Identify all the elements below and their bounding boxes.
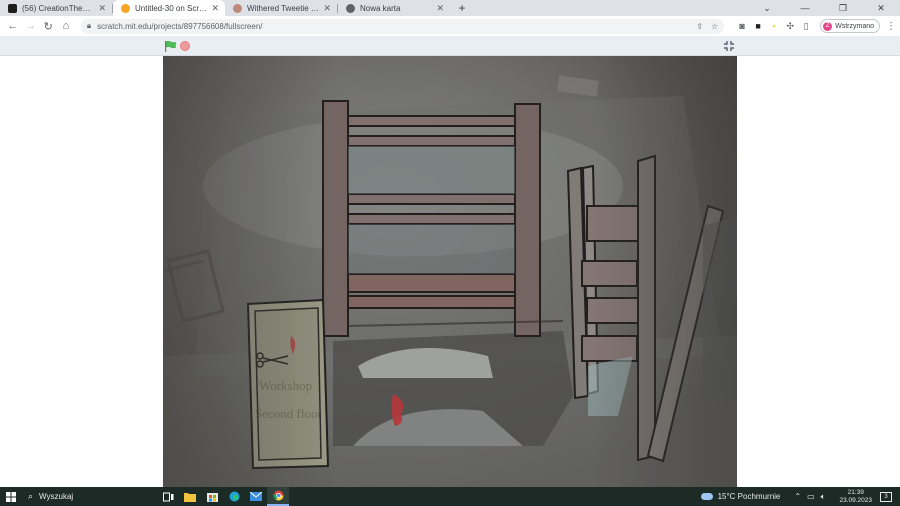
notifications-icon[interactable]: 3 — [880, 491, 892, 502]
store-icon[interactable] — [201, 487, 223, 506]
scratch-player-controls — [0, 36, 900, 56]
sign-line-1: Workshop — [259, 378, 313, 393]
search-placeholder: Wyszukaj — [39, 492, 74, 501]
taskbar-search[interactable]: ⌕ Wyszukaj — [22, 487, 157, 506]
windows-taskbar: ⌕ Wyszukaj 15°C Pochmurnie ⌃ ▭ 🔈︎ 21:39 … — [0, 487, 900, 506]
exit-fullscreen-icon[interactable] — [723, 40, 735, 52]
stage-scene — [163, 56, 737, 487]
network-icon[interactable]: ▭ — [807, 492, 815, 501]
reload-icon[interactable]: ↻ — [39, 17, 57, 35]
share-icon[interactable]: ⇪ — [696, 22, 703, 31]
tab-jolly-wiki[interactable]: Withered Tweetie | JOLLY Wiki |... ✕ — [225, 0, 337, 16]
more-menu-icon[interactable]: ⋮ — [886, 21, 896, 32]
task-view-icon[interactable] — [157, 487, 179, 506]
x-favicon-icon — [8, 3, 17, 13]
tab-close-icon[interactable]: ✕ — [211, 3, 219, 14]
extension-badge-icon[interactable]: ■ — [750, 21, 766, 31]
browser-tab-strip: (56) CreationTheDev (@MasterT... ✕ Untit… — [0, 0, 900, 16]
wiki-favicon-icon — [233, 3, 242, 13]
tab-title: Withered Tweetie | JOLLY Wiki |... — [247, 3, 320, 13]
restore-icon[interactable]: ❐ — [824, 0, 862, 16]
clock-date: 23.09.2023 — [839, 496, 872, 504]
chevron-down-icon[interactable]: ⌄ — [748, 0, 786, 16]
address-bar[interactable]: 🔒︎ scratch.mit.edu/projects/897756608/fu… — [80, 18, 725, 34]
sign-line-2: Second floor — [255, 406, 322, 421]
camera-extension-icon[interactable]: ◙ — [734, 21, 750, 31]
tab-title: (56) CreationTheDev (@MasterT... — [22, 3, 95, 13]
lock-icon[interactable]: 🔒︎ — [87, 21, 91, 31]
home-icon[interactable]: ⌂ — [57, 17, 75, 35]
forward-arrow-icon[interactable]: → — [22, 17, 40, 35]
tab-title: Nowa karta — [360, 3, 401, 13]
scratch-stage[interactable]: Workshop Second floor — [163, 56, 737, 487]
windows-start-icon[interactable] — [0, 487, 22, 506]
system-tray: 15°C Pochmurnie ⌃ ▭ 🔈︎ 21:39 23.09.2023 … — [700, 487, 900, 506]
tab-scratch[interactable]: Untitled-30 on Scratch ✕ — [113, 0, 225, 16]
tab-creationthedev[interactable]: (56) CreationTheDev (@MasterT... ✕ — [0, 0, 112, 16]
ext-yellow-icon[interactable]: ▪ — [766, 21, 782, 31]
tab-title: Untitled-30 on Scratch — [135, 3, 208, 13]
stage-area: Workshop Second floor — [0, 56, 900, 487]
file-explorer-icon[interactable] — [179, 487, 201, 506]
scratch-favicon-icon — [121, 3, 130, 13]
chrome-favicon-icon — [346, 3, 355, 13]
chevron-up-icon[interactable]: ⌃ — [794, 492, 801, 501]
chrome-taskbar-icon[interactable] — [267, 487, 289, 506]
edge-browser-icon[interactable] — [223, 487, 245, 506]
tab-close-icon[interactable]: ✕ — [323, 3, 331, 14]
window-controls: ⌄ — ❐ ✕ — [748, 0, 900, 16]
weather-text: 15°C Pochmurnie — [717, 492, 781, 501]
browser-toolbar: ← → ↻ ⌂ 🔒︎ scratch.mit.edu/projects/8977… — [0, 16, 900, 36]
weather-widget[interactable]: 15°C Pochmurnie — [700, 492, 781, 501]
back-arrow-icon[interactable]: ← — [4, 17, 22, 35]
url-text[interactable]: scratch.mit.edu/projects/897756608/fulls… — [97, 22, 688, 31]
tab-new-tab[interactable]: Nowa karta ✕ — [338, 0, 450, 16]
side-panel-icon[interactable]: ▯ — [798, 21, 814, 32]
search-icon: ⌕ — [28, 491, 34, 501]
stop-button-icon[interactable] — [180, 41, 190, 51]
mail-icon[interactable] — [245, 487, 267, 506]
tab-close-icon[interactable]: ✕ — [436, 3, 444, 14]
close-window-icon[interactable]: ✕ — [862, 0, 900, 16]
green-flag-icon[interactable] — [164, 41, 176, 52]
puzzle-extensions-icon[interactable]: ✣ — [782, 21, 798, 32]
cloud-icon — [700, 493, 713, 500]
tab-close-icon[interactable]: ✕ — [98, 3, 106, 14]
clock-time: 21:39 — [847, 488, 864, 496]
minimize-icon[interactable]: — — [786, 0, 824, 16]
profile-status-label: Wstrzymano — [835, 22, 875, 30]
avatar: Z — [823, 21, 833, 31]
profile-button[interactable]: Z Wstrzymano — [820, 19, 881, 33]
volume-icon[interactable]: 🔈︎ — [821, 492, 826, 502]
taskbar-clock[interactable]: 21:39 23.09.2023 — [839, 489, 872, 505]
bookmark-star-icon[interactable]: ☆ — [711, 22, 718, 31]
new-tab-button[interactable]: + — [454, 0, 470, 16]
